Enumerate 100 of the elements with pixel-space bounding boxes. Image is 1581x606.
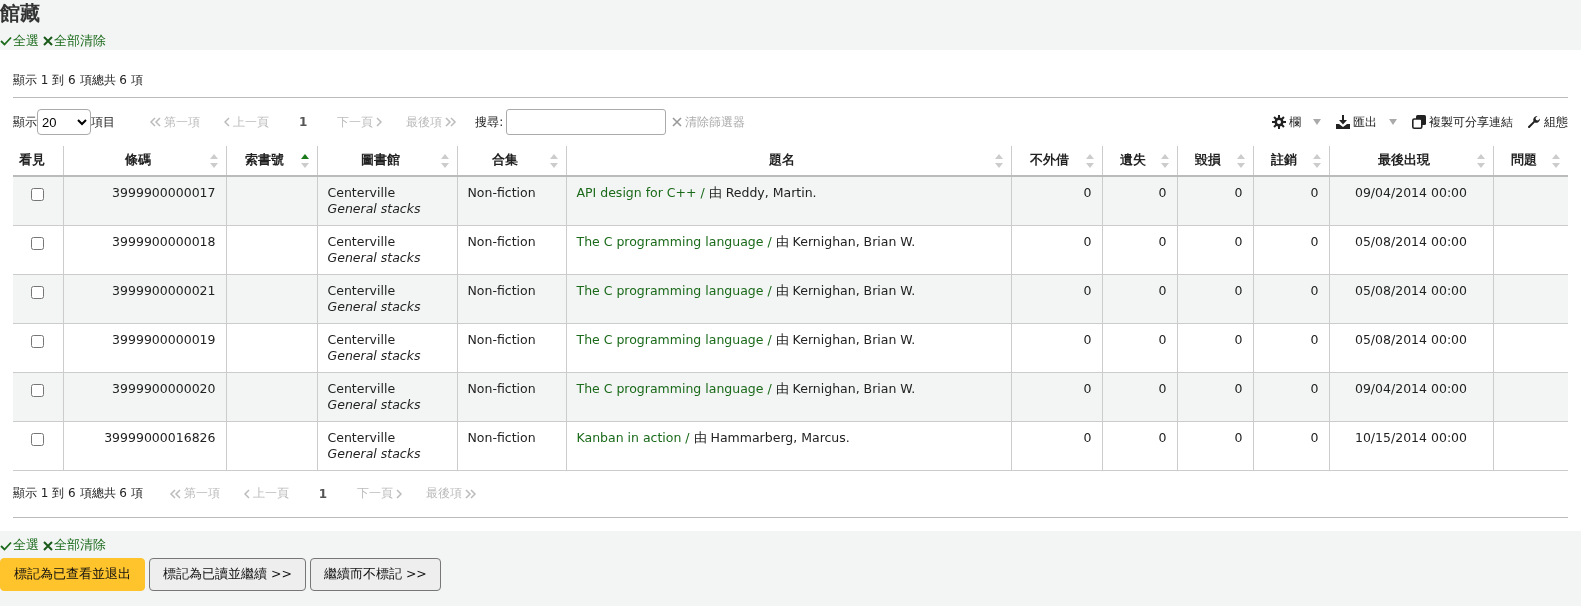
date-text: 10/15/2014 00:00 [1354,429,1467,445]
count-text: 0 [1234,282,1243,298]
count-text: 0 [1310,331,1319,347]
collection-text: Non-fiction [467,380,536,396]
primary-button[interactable]: 標記為已查看並退出 [0,557,145,591]
author-text: 由 Hammarberg, Marcus. [693,429,850,445]
title-link[interactable]: The C programming language / [576,380,772,396]
chevron-right-icon [376,117,383,127]
count-text: 0 [1234,331,1243,347]
count-text: 0 [1083,429,1092,445]
seen-checkbox[interactable] [31,285,45,299]
download-icon [1336,115,1350,129]
date-text: 05/08/2014 00:00 [1354,233,1467,249]
author-text: 由 Kernighan, Brian W. [775,282,916,298]
count-text: 0 [1234,380,1243,396]
title-link[interactable]: The C programming language / [576,233,772,249]
sort-icon [994,154,1003,168]
gear-icon [1272,115,1286,129]
configure-button[interactable]: 組態 [1527,113,1568,131]
double-chevron-right-icon [465,488,478,499]
date-text: 09/04/2014 00:00 [1354,185,1467,200]
count-text: 0 [1158,380,1167,396]
seen-checkbox[interactable] [31,188,45,201]
count-text: 0 [1083,185,1092,200]
results-info: 顯示 1 到 6 項總共 6 項 [13,50,1568,98]
shelving-location: General stacks [327,347,422,364]
page-size-select[interactable]: 20 [37,109,91,135]
count-text: 0 [1234,233,1243,249]
count-text: 0 [1083,380,1092,396]
items-label: 項目 [91,113,115,131]
count-text: 0 [1083,331,1092,347]
sort-icon [1236,154,1245,168]
collection-text: Non-fiction [467,429,536,445]
copy-icon [1412,115,1426,129]
count-text: 0 [1310,380,1319,396]
sort-icon [440,154,449,168]
select-all-link[interactable]: 全選 [0,32,39,50]
shelving-location: General stacks [327,445,422,462]
check-icon [0,36,12,46]
count-text: 0 [1310,429,1319,445]
date-text: 05/08/2014 00:00 [1354,331,1467,347]
library-name: Centerville [327,185,397,201]
barcode-text: 39999000016826 [104,429,216,445]
seen-checkbox[interactable] [31,334,45,348]
show-label: 顯示 [13,113,37,131]
library-name: Centerville [327,282,397,299]
search-field[interactable] [506,109,667,135]
library-name: Centerville [327,380,397,397]
select-all-link[interactable]: 全選 [0,537,39,554]
author-text: 由 Kernighan, Brian W. [775,331,916,347]
sort-icon [209,154,218,168]
clear-all-link[interactable]: 全部清除 [43,537,106,554]
sort-ascending-icon [300,154,309,168]
collection-text: Non-fiction [467,282,536,298]
double-chevron-left-icon [168,488,181,499]
columns-button[interactable]: 欄 [1272,113,1322,131]
seen-checkbox[interactable] [31,432,45,446]
count-text: 0 [1158,282,1167,298]
shelving-location: General stacks [327,298,422,315]
close-icon [672,117,683,127]
sort-icon [549,154,558,168]
caret-icon [1312,118,1322,126]
author-text: 由 Kernighan, Brian W. [775,233,916,249]
title-link[interactable]: The C programming language / [576,282,772,298]
search-label: 搜尋: [475,113,504,131]
sort-icon [1312,154,1321,168]
library-name: Centerville [327,429,397,446]
close-icon [43,540,53,551]
collection-text: Non-fiction [467,331,536,347]
secondary-button[interactable]: 繼續而不標記 >> [309,557,441,591]
library-name: Centerville [327,331,397,348]
count-text: 0 [1158,185,1167,200]
chevron-left-icon [224,117,230,127]
count-text: 0 [1310,233,1319,249]
count-text: 0 [1158,429,1167,445]
close-icon [43,36,53,46]
seen-checkbox[interactable] [31,383,45,397]
barcode-text: 3999900000019 [112,331,216,347]
shelving-location: General stacks [327,201,422,217]
copy-link-button[interactable]: 複製可分享連結 [1412,113,1513,131]
shelving-location: General stacks [327,249,422,266]
seen-checkbox[interactable] [31,236,45,250]
chevron-left-icon [243,488,250,499]
title-link[interactable]: Kanban in action / [576,429,690,445]
page-number-link[interactable]: 1 [281,115,326,129]
sort-icon [1552,154,1560,168]
clear-all-link[interactable]: 全部清除 [43,32,106,50]
double-chevron-left-icon [149,117,161,127]
check-icon [0,540,12,551]
date-text: 05/08/2014 00:00 [1354,282,1467,298]
caret-icon [1388,118,1398,126]
page-number-link[interactable]: 1 [300,486,346,501]
export-button[interactable]: 匯出 [1336,113,1398,131]
page-title: 館藏 [0,0,41,26]
secondary-button[interactable]: 標記為已讀並繼續 >> [149,557,306,591]
sort-icon [1085,154,1094,168]
title-link[interactable]: The C programming language / [576,331,772,347]
count-text: 0 [1310,185,1319,200]
title-link[interactable]: API design for C++ / [576,185,705,200]
date-text: 09/04/2014 00:00 [1354,380,1467,396]
